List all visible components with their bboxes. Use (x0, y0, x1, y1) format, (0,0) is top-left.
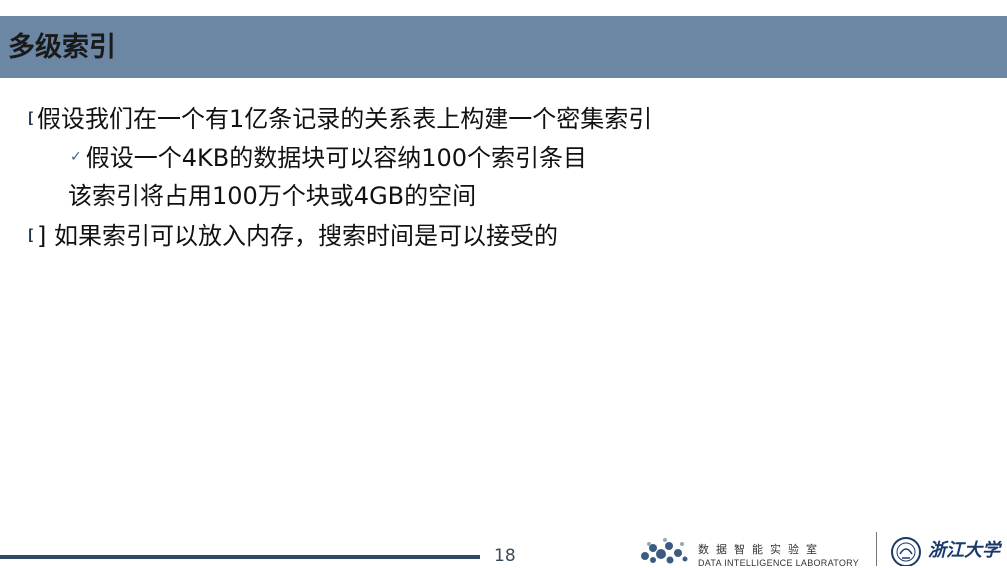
university-emblem-icon (891, 537, 921, 566)
bullet-4-text: ] 如果索引可以放入内存，搜索时间是可以接受的 (37, 222, 559, 250)
top-band (0, 0, 1007, 16)
bullet-4: [] 如果索引可以放入内存，搜索时间是可以接受的 (26, 217, 558, 254)
lab-logo-icon (641, 538, 688, 564)
bullet-3: 该索引将占用100万个块或4GB的空间 (68, 178, 476, 214)
bullet-3-text: 该索引将占用100万个块或4GB的空间 (68, 182, 477, 210)
checkmark-icon: ✓ (70, 149, 82, 165)
bullet-2-text: 假设一个4KB的数据块可以容纳100个索引条目 (85, 144, 588, 172)
bullet-1-text: 假设我们在一个有1亿条记录的关系表上构建一个密集索引 (37, 105, 653, 133)
slide-title: 多级索引 (8, 32, 116, 63)
bullet-marker-icon: [ (26, 226, 36, 244)
lab-name-en: DATA INTELLIGENCE LABORATORY (698, 558, 860, 568)
bullet-marker-icon: [ (26, 109, 36, 127)
lab-name-cn: 数据智能实验室 (698, 543, 824, 556)
bullet-2: ✓ 假设一个4KB的数据块可以容纳100个索引条目 (70, 139, 587, 176)
footer-divider (876, 532, 877, 566)
page-number: 18 (494, 546, 516, 566)
bullet-1: [假设我们在一个有1亿条记录的关系表上构建一个密集索引 (26, 100, 652, 137)
footer-line (0, 555, 480, 559)
title-bar (0, 16, 1007, 78)
university-name: 浙江大学 (928, 540, 1000, 561)
